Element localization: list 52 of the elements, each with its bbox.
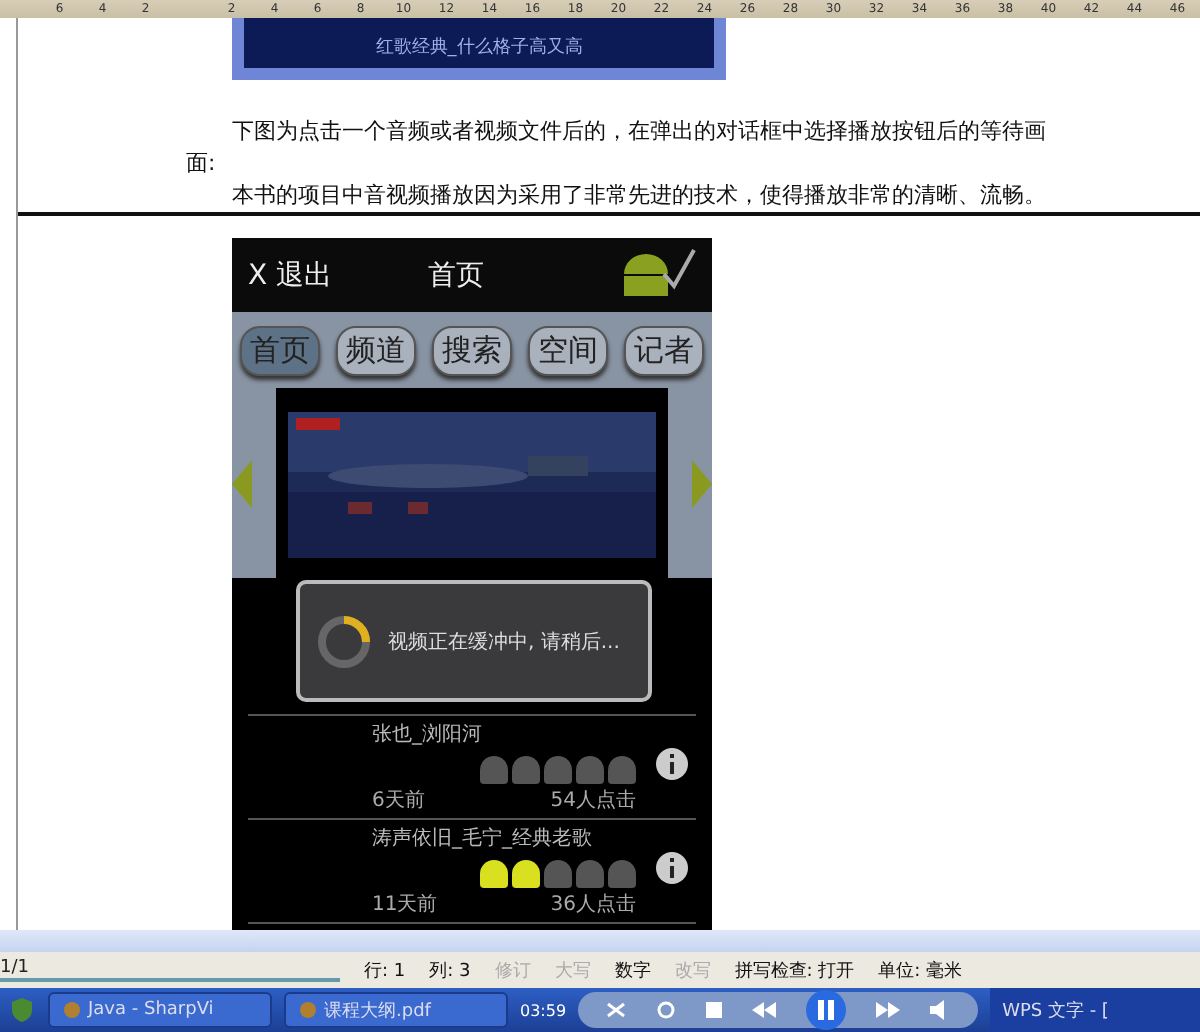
click-count: 54人点击 — [550, 787, 636, 814]
paragraph: 下图为点击一个音频或者视频文件后的，在弹出的对话框中选择播放按钮后的等待画面: — [186, 116, 1048, 180]
app-icon — [298, 1000, 318, 1020]
rating-icon — [544, 756, 572, 784]
song-title: 张也_浏阳河 — [372, 721, 484, 748]
tab[interactable]: 频道 — [336, 325, 416, 375]
rewind-icon[interactable] — [752, 1002, 777, 1018]
status-item: 数字 — [614, 959, 651, 983]
song-title: 涛声依旧_毛宁_经典老歌 — [372, 825, 594, 852]
rating-icon — [608, 756, 636, 784]
tab[interactable]: 空间 — [528, 325, 608, 375]
image-caption: 红歌经典_什么格子高又高 — [375, 35, 583, 60]
rating-icon — [480, 756, 508, 784]
app-icon — [62, 1000, 82, 1020]
tab[interactable]: 搜索 — [432, 325, 512, 375]
age-label: 6天前 — [372, 788, 425, 814]
rating-icon — [544, 860, 572, 888]
pause-button[interactable] — [806, 990, 847, 1030]
page-indicator: 1/1 — [0, 958, 340, 982]
exit-label: X 退出 — [248, 257, 333, 293]
status-item: 行: 1 — [364, 959, 406, 983]
taskbar-button[interactable]: 课程大纲.pdf — [284, 992, 508, 1028]
paragraph: 本书的项目中音视频播放因为采用了非常先进的技术，使得播放非常的清晰、流畅。 — [230, 180, 1048, 212]
repeat-icon[interactable] — [655, 1000, 676, 1020]
taskbar-button[interactable]: Java - SharpVi — [48, 992, 272, 1028]
age-label: 11天前 — [372, 892, 438, 918]
tab[interactable]: 记者 — [624, 325, 704, 375]
status-item: 列: 3 — [429, 959, 471, 983]
spinner-icon — [316, 613, 372, 669]
rating-icon — [608, 860, 636, 888]
taskbar-button[interactable]: WPS 文字 - [ — [990, 988, 1200, 1032]
rating-icon — [512, 860, 540, 888]
rating-icon — [480, 860, 508, 888]
rating-icon — [512, 756, 540, 784]
rating-icon — [576, 860, 604, 888]
list-row[interactable]: 张也_浏阳河 6天前 54人点击 — [248, 716, 696, 820]
status-item: 改写 — [674, 959, 711, 983]
status-item: 拼写检查: 打开 — [734, 959, 855, 983]
fast-forward-icon[interactable] — [876, 1002, 901, 1018]
rating-icon — [576, 756, 604, 784]
info-icon[interactable] — [656, 852, 688, 884]
shield-icon[interactable] — [8, 996, 36, 1024]
screen-title: 首页 — [428, 257, 487, 293]
loading-message: 视频正在缓冲中, 请稍后... — [388, 629, 620, 655]
status-item: 大写 — [554, 959, 591, 983]
clock-time: 03:59 — [520, 1001, 567, 1019]
stop-icon[interactable] — [705, 1002, 722, 1018]
info-icon[interactable] — [656, 748, 688, 780]
list-row[interactable]: 涛声依旧_毛宁_经典老歌 11天前 36人点击 — [248, 820, 696, 924]
status-item: 单位: 毫米 — [878, 958, 963, 983]
status-item: 修订 — [494, 959, 531, 983]
click-count: 36人点击 — [550, 891, 636, 918]
